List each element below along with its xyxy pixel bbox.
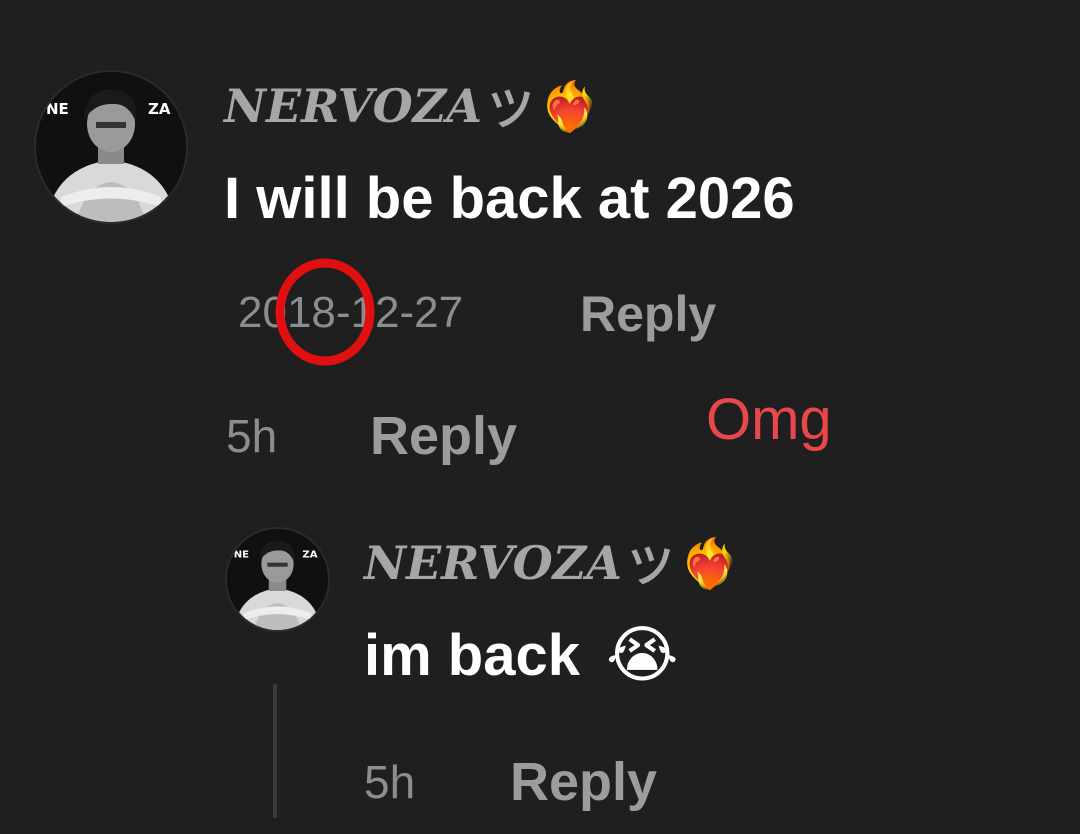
commenter-avatar[interactable]: NE ZA [34,70,188,224]
thread-line [273,684,277,818]
reply-username[interactable]: NERVOZA ツ ❤️‍🔥 [364,533,740,594]
crying-face-icon: 😭 [606,621,679,690]
avatar-photo: NE ZA [36,72,186,222]
reply-time: 5h [364,756,416,808]
reply-username-text: NERVOZA [364,536,622,590]
reply-text-row: im back 😭 [364,622,678,690]
username-text: NERVOZA [224,79,482,133]
reply-text: im back [364,623,580,688]
reply-reply-button[interactable]: Reply [510,752,657,812]
reply-avatar-logo-left: NE [234,549,249,560]
heart-on-fire-icon: ❤️‍🔥 [539,78,600,135]
avatar-logo-right: ZA [148,100,171,118]
username-symbol: ツ [487,82,534,136]
reply-heart-on-fire-icon: ❤️‍🔥 [679,535,740,592]
highlight-circle [275,258,375,366]
commenter-username[interactable]: NERVOZA ツ ❤️‍🔥 [224,76,600,137]
reply-avatar[interactable]: NE ZA [225,527,330,632]
reply-username-symbol: ツ [627,539,674,593]
avatar-logo-left: NE [46,100,69,118]
overlay-reply-button[interactable]: Reply [370,406,517,466]
comment-text: I will be back at 2026 [224,166,795,231]
omg-annotation: Omg [706,387,832,452]
reply-avatar-logo-right: ZA [302,549,317,560]
overlay-time: 5h [226,410,278,462]
comment-reply-button[interactable]: Reply [580,286,716,342]
reply-avatar-photo: NE ZA [227,529,328,630]
